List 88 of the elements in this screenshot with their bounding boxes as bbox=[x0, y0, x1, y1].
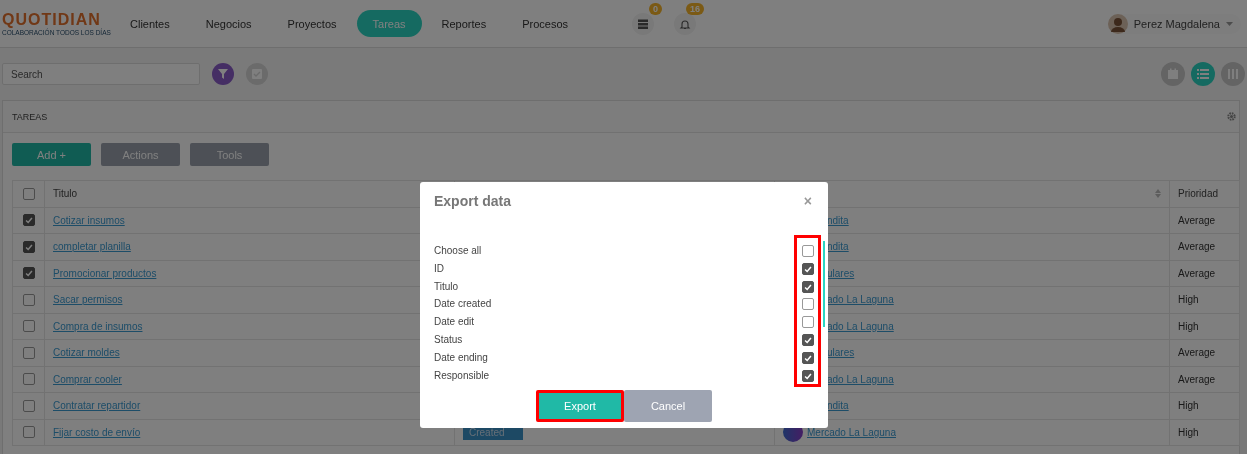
checkbox[interactable] bbox=[22, 320, 35, 333]
close-button[interactable]: × bbox=[803, 193, 812, 209]
task-link[interactable]: Cotizar insumos bbox=[53, 214, 125, 226]
list-button[interactable] bbox=[632, 12, 655, 35]
logo: QUOTIDIAN bbox=[2, 11, 102, 29]
responsible-link[interactable]: Mercado La Laguna bbox=[807, 426, 896, 438]
table-cell: High bbox=[1169, 392, 1240, 419]
checkbox[interactable] bbox=[22, 399, 35, 412]
checkbox[interactable] bbox=[22, 293, 35, 306]
checkbox[interactable] bbox=[802, 351, 814, 364]
filter-icon bbox=[218, 69, 228, 79]
nav-tab[interactable]: Procesos bbox=[506, 10, 585, 37]
task-link[interactable]: Comprar cooler bbox=[53, 373, 122, 385]
nav-tab[interactable]: Tareas bbox=[356, 10, 422, 37]
checkbox[interactable] bbox=[22, 267, 35, 280]
user-name: Perez Magdalena bbox=[1133, 17, 1220, 30]
export-button[interactable]: Export bbox=[536, 390, 624, 423]
option-label: Date created bbox=[434, 297, 493, 312]
checkbox[interactable] bbox=[802, 334, 814, 346]
column-header: Prioridad bbox=[1169, 180, 1240, 207]
table-cell: High bbox=[1169, 419, 1240, 446]
checkbox[interactable] bbox=[22, 426, 35, 439]
nav-tab[interactable]: Proyectos bbox=[271, 10, 353, 37]
settings-icon[interactable] bbox=[1227, 112, 1236, 121]
table-cell: Average bbox=[1169, 366, 1240, 393]
responsible-link[interactable]: ado La Laguna bbox=[827, 373, 894, 385]
option-label: Titulo bbox=[434, 279, 460, 294]
columns-view-button[interactable] bbox=[1221, 62, 1245, 86]
task-link[interactable]: completar planilla bbox=[53, 241, 131, 253]
nav-tab[interactable]: Clientes bbox=[114, 10, 186, 37]
task-link[interactable]: Promocionar productos bbox=[53, 267, 157, 279]
search-field[interactable]: Search bbox=[2, 63, 200, 85]
task-link[interactable]: Cotizar moldes bbox=[53, 347, 120, 359]
calendar-view-button[interactable] bbox=[1161, 62, 1185, 86]
responsible-link[interactable]: ndita bbox=[827, 241, 849, 253]
option-label: ID bbox=[434, 261, 445, 276]
option-label: Date edit bbox=[434, 315, 476, 330]
table-cell: High bbox=[1169, 313, 1240, 340]
columns-icon bbox=[1227, 68, 1239, 80]
responsible-link[interactable]: ulares bbox=[827, 267, 855, 279]
checkbox[interactable] bbox=[802, 298, 814, 311]
count-badge: 16 bbox=[686, 2, 705, 15]
task-link[interactable]: Compra de insumos bbox=[53, 320, 143, 332]
nav-tab[interactable]: Reportes bbox=[425, 10, 503, 37]
avatar-icon bbox=[1107, 13, 1128, 34]
option-label: Date ending bbox=[434, 350, 489, 365]
checkbox[interactable] bbox=[22, 373, 35, 386]
table-cell: Average bbox=[1169, 260, 1240, 287]
responsible-link[interactable]: ndita bbox=[827, 214, 849, 226]
responsible-link[interactable]: ado La Laguna bbox=[827, 320, 894, 332]
responsible-link[interactable]: ndita bbox=[827, 400, 849, 412]
nav-tab[interactable]: Negocios bbox=[189, 10, 268, 37]
table-cell: High bbox=[1169, 286, 1240, 313]
cancel-button[interactable]: Cancel bbox=[624, 390, 712, 423]
scrollbar[interactable] bbox=[823, 241, 825, 327]
table-cell: Average bbox=[1169, 339, 1240, 366]
toolbar-button[interactable]: Add + bbox=[12, 143, 91, 166]
caret-icon bbox=[1226, 21, 1233, 26]
option-label: Status bbox=[434, 333, 464, 347]
list-icon bbox=[1197, 68, 1209, 80]
checkbox[interactable] bbox=[802, 280, 814, 293]
checkbox[interactable] bbox=[802, 369, 814, 382]
bell-icon bbox=[679, 17, 692, 30]
panel-title: TAREAS bbox=[12, 111, 48, 122]
checkbox[interactable] bbox=[802, 262, 814, 275]
bell-button[interactable] bbox=[674, 12, 697, 35]
filter-button[interactable] bbox=[212, 63, 234, 85]
table-cell: Average bbox=[1169, 233, 1240, 260]
sort-icon[interactable] bbox=[1155, 189, 1161, 199]
list-view-button[interactable] bbox=[1191, 62, 1215, 86]
count-badge: 0 bbox=[649, 2, 663, 15]
checkbox[interactable] bbox=[802, 316, 814, 329]
calendar-icon bbox=[1167, 68, 1179, 80]
stack-icon bbox=[637, 17, 650, 30]
task-link[interactable]: Contratar repartidor bbox=[53, 400, 141, 412]
checkbox[interactable] bbox=[22, 240, 35, 253]
responsible-link[interactable]: ulares bbox=[827, 347, 855, 359]
table-cell: Average bbox=[1169, 207, 1240, 234]
checkbox[interactable] bbox=[802, 245, 814, 257]
option-label: Responsible bbox=[434, 368, 491, 383]
checkbox[interactable] bbox=[22, 214, 35, 227]
checkbox[interactable] bbox=[22, 346, 35, 359]
task-link[interactable]: Sacar permisos bbox=[53, 294, 123, 306]
option-label: Choose all bbox=[434, 244, 483, 258]
checkbox[interactable] bbox=[22, 187, 35, 200]
task-link[interactable]: Fijar costo de envío bbox=[53, 426, 141, 438]
responsible-link[interactable]: ado La Laguna bbox=[827, 294, 894, 306]
dialog-title: Export data bbox=[434, 193, 511, 209]
